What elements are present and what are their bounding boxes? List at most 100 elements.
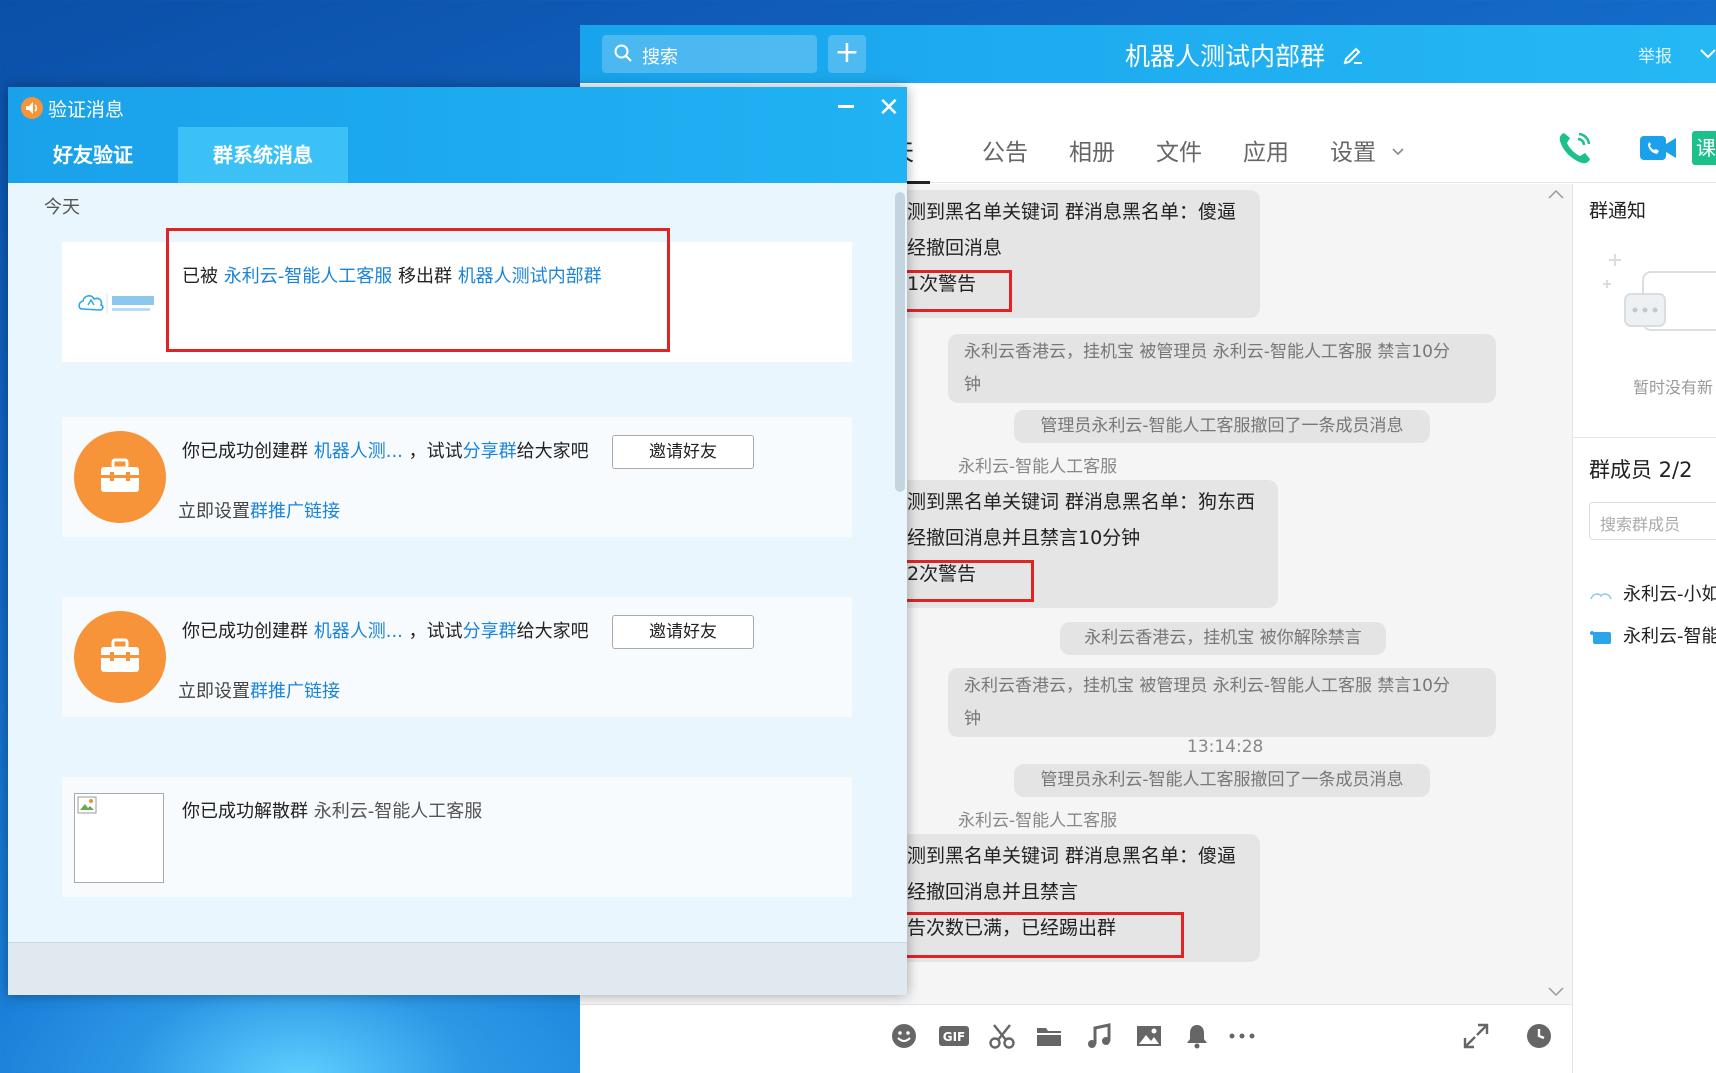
tab-album[interactable]: 相册 (1069, 133, 1115, 167)
dissolved-message: 你已成功解散群 永利云-智能人工客服 (182, 797, 482, 823)
tab-announcement[interactable]: 公告 (982, 133, 1028, 167)
tab-settings[interactable]: 设置 (1330, 133, 1376, 167)
briefcase-avatar (74, 611, 166, 703)
panel-divider (1573, 437, 1716, 438)
promo-setup-text: 立即设置群推广链接 (178, 677, 340, 703)
notification-card: 你已成功创建群 机器人测... ，试试分享群给大家吧 邀请好友 立即设置群推广链… (62, 417, 852, 537)
share-group-link[interactable]: 分享群 (463, 621, 517, 642)
phone-call-icon[interactable] (1555, 128, 1595, 168)
system-notice: 管理员永利云-智能人工客服撤回了一条成员消息 (1014, 764, 1430, 797)
settings-chevron-icon (1392, 148, 1404, 156)
group-link[interactable]: 机器人测... (314, 441, 403, 462)
message-text: ，试试 (402, 621, 463, 642)
music-icon[interactable] (1085, 1022, 1113, 1050)
message-text: 立即设置 (178, 681, 250, 702)
system-notice-line: 永利云香港云，挂机宝 被管理员 永利云-智能人工客服 禁言10分 (964, 676, 1450, 696)
dialog-scrollbar[interactable] (895, 192, 905, 492)
search-box[interactable]: 搜索 (602, 35, 817, 73)
message-timestamp: 13:14:28 (1187, 737, 1264, 757)
verification-dialog: 验证消息 ✕ 好友验证 群系统消息 今天 已被 永利云-智能人工客服 移出群 机… (8, 87, 907, 995)
share-group-link[interactable]: 分享群 (463, 441, 517, 462)
system-notice: 管理员永利云-智能人工客服撤回了一条成员消息 (1014, 410, 1430, 443)
promo-link[interactable]: 群推广链接 (250, 681, 340, 702)
system-notice-line: 钟 (964, 375, 981, 395)
search-placeholder: 搜索 (642, 47, 678, 68)
message-line: 检测到黑名单关键词 群消息黑名单：傻逼 (888, 845, 1237, 867)
member-item[interactable]: 永利云-智能 (1589, 622, 1716, 648)
bell-icon[interactable] (1183, 1022, 1211, 1050)
minimize-button[interactable] (838, 105, 854, 108)
system-notice: 永利云香港云，挂机宝 被管理员 永利云-智能人工客服 禁言10分 钟 (948, 668, 1496, 737)
group-name: 永利云-智能人工客服 (313, 801, 483, 822)
scroll-down-icon[interactable] (1547, 986, 1565, 998)
briefcase-avatar (74, 431, 166, 523)
sender-name[interactable]: 永利云-智能人工客服 (958, 806, 1117, 831)
message-text: 立即设置 (178, 501, 250, 522)
empty-notice-text: 暂时没有新 (1633, 378, 1714, 397)
clock-icon[interactable] (1525, 1022, 1553, 1050)
search-icon (614, 44, 632, 62)
member-name: 永利云-智能 (1623, 626, 1716, 647)
dialog-header: 验证消息 ✕ 好友验证 群系统消息 (8, 87, 907, 183)
system-notice: 永利云香港云，挂机宝 被你解除禁言 (1060, 622, 1386, 655)
tab-files[interactable]: 文件 (1156, 133, 1202, 167)
scroll-up-icon[interactable] (1547, 188, 1565, 200)
close-icon[interactable]: ✕ (878, 93, 900, 123)
promo-setup-text: 立即设置群推广链接 (178, 497, 340, 523)
member-avatar (1589, 629, 1613, 645)
invite-friends-button[interactable]: 邀请好友 (612, 615, 754, 649)
dialog-title: 验证消息 (48, 99, 125, 121)
gif-icon[interactable]: GIF (938, 1022, 970, 1050)
notification-card: 你已成功创建群 机器人测... ，试试分享群给大家吧 邀请好友 立即设置群推广链… (62, 597, 852, 717)
yongliyun-logo (78, 293, 154, 313)
empty-chat-illustration-icon (1603, 254, 1716, 331)
tab-friend-verification[interactable]: 好友验证 (8, 127, 178, 183)
image-icon[interactable] (1135, 1022, 1163, 1050)
message-line: 检测到黑名单关键词 群消息黑名单：狗东西 (888, 491, 1256, 513)
message-text: 给大家吧 (516, 441, 589, 462)
group-info-panel: 群通知 暂时没有新 群成员 2/2 搜索群成员 永利云-小如 永利云-智能 (1572, 184, 1716, 1073)
member-item[interactable]: 永利云-小如 (1589, 580, 1716, 606)
folder-icon[interactable] (1035, 1022, 1063, 1050)
system-notice-line: 钟 (964, 709, 981, 729)
message-text: 你已成功创建群 (182, 441, 314, 462)
member-search-input[interactable]: 搜索群成员 (1589, 502, 1716, 540)
message-text: ，试试 (402, 441, 463, 462)
group-link[interactable]: 机器人测... (314, 621, 403, 642)
invite-friends-button[interactable]: 邀请好友 (612, 435, 754, 469)
system-notice: 永利云香港云，挂机宝 被管理员 永利云-智能人工客服 禁言10分 钟 (948, 334, 1496, 403)
dialog-footer (8, 942, 907, 995)
notification-card: 你已成功解散群 永利云-智能人工客服 (62, 777, 852, 897)
sender-name[interactable]: 永利云-智能人工客服 (958, 452, 1117, 477)
emoji-icon[interactable] (890, 1022, 918, 1050)
tab-apps[interactable]: 应用 (1243, 133, 1289, 167)
member-name: 永利云-小如 (1623, 584, 1716, 605)
message-line: 已经撤回消息并且禁言 (888, 881, 1079, 903)
message-text: 你已成功创建群 (182, 621, 314, 642)
message-line: 检测到黑名单关键词 群消息黑名单：傻逼 (888, 201, 1237, 223)
add-button[interactable]: + (828, 35, 866, 73)
message-text: 你已成功解散群 (182, 801, 314, 822)
message-bubble: 检测到黑名单关键词 群消息黑名单：傻逼 已经撤回消息 第1次警告 (872, 190, 1260, 318)
chevron-down-icon[interactable] (1698, 43, 1716, 63)
more-icon[interactable] (1228, 1022, 1256, 1050)
promo-link[interactable]: 群推广链接 (250, 501, 340, 522)
video-call-icon[interactable] (1638, 131, 1678, 165)
report-link[interactable]: 举报 (1638, 42, 1672, 67)
group-notice-title: 群通知 (1589, 200, 1647, 222)
system-notice-line: 永利云香港云，挂机宝 被管理员 永利云-智能人工客服 禁言10分 (964, 342, 1450, 362)
created-message: 你已成功创建群 机器人测... ，试试分享群给大家吧 (182, 617, 589, 643)
expand-icon[interactable] (1462, 1022, 1490, 1050)
message-line: 已经撤回消息 (888, 237, 1003, 259)
tab-group-system-messages[interactable]: 群系统消息 (178, 127, 348, 183)
chat-titlebar: 搜索 + 机器人测试内部群 举报 (580, 25, 1716, 83)
member-avatar (1589, 587, 1613, 603)
scissors-icon[interactable] (988, 1022, 1016, 1050)
class-button[interactable]: 课 (1692, 131, 1716, 165)
edit-icon[interactable] (1342, 43, 1364, 65)
chat-title: 机器人测试内部群 (1125, 42, 1326, 71)
speaker-icon (21, 97, 43, 119)
message-bubble: 检测到黑名单关键词 群消息黑名单：傻逼 已经撤回消息并且禁言 警告次数已满，已经… (870, 834, 1260, 962)
message-bubble: 检测到黑名单关键词 群消息黑名单：狗东西 已经撤回消息并且禁言10分钟 第2次警… (868, 480, 1278, 608)
created-message: 你已成功创建群 机器人测... ，试试分享群给大家吧 (182, 437, 589, 463)
